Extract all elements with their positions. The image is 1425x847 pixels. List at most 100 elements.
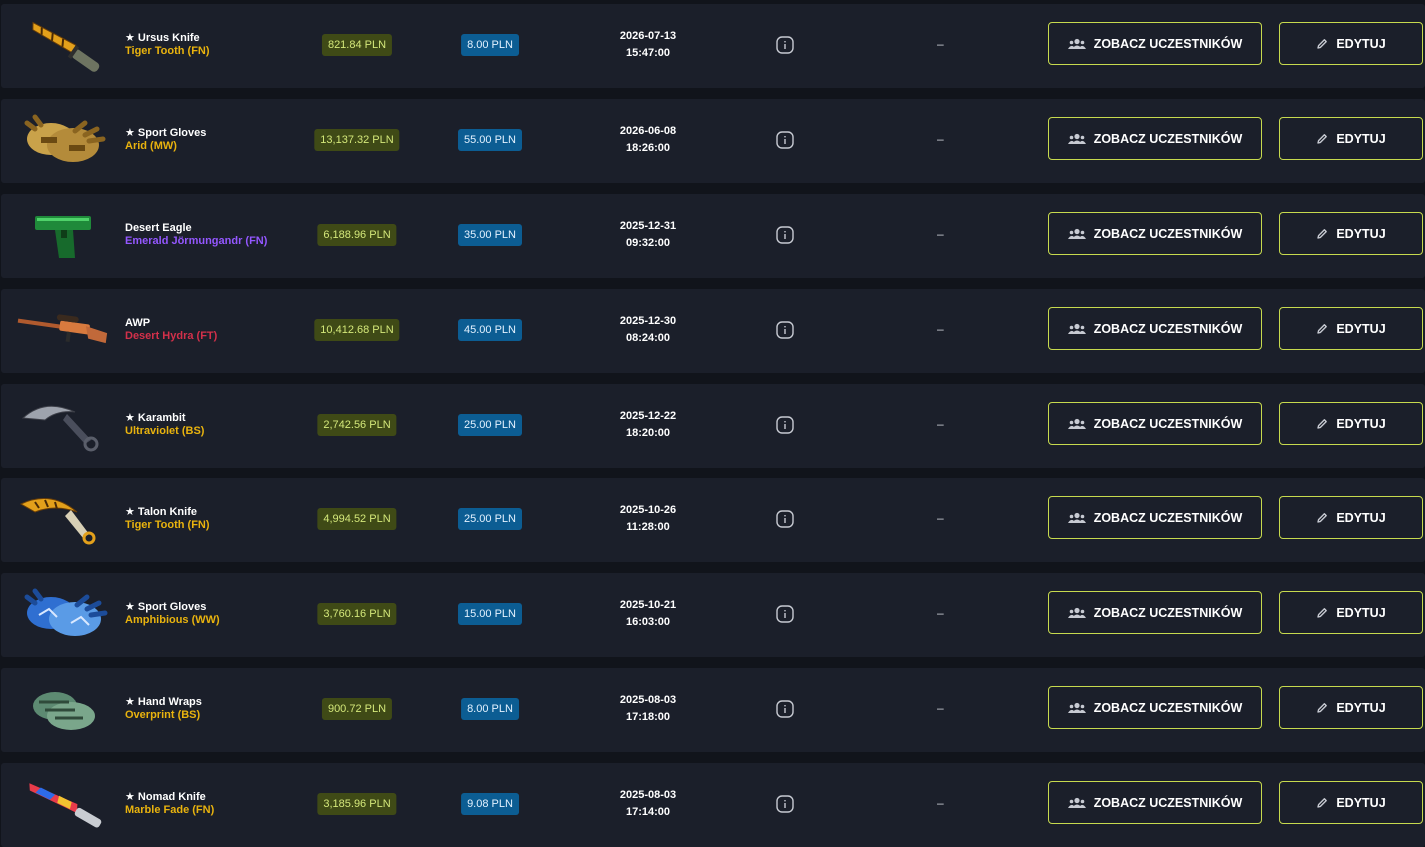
view-participants-label: ZOBACZ UCZESTNIKÓW (1093, 605, 1243, 620)
view-participants-button[interactable]: ZOBACZ UCZESTNIKÓW (1048, 212, 1262, 255)
info-icon[interactable] (776, 131, 794, 149)
item-skin: Emerald Jörmungandr (FN) (125, 235, 268, 247)
info-icon[interactable] (776, 510, 794, 528)
view-participants-button[interactable]: ZOBACZ UCZESTNIKÓW (1048, 307, 1262, 350)
pencil-icon (1316, 38, 1328, 50)
price-badge: 4,994.52 PLN (317, 508, 397, 530)
end-datetime: 2025-12-22 18:20:00 (598, 408, 698, 442)
item-name: ★ Nomad Knife Marble Fade (FN) (125, 791, 305, 817)
table-row: AWP Desert Hydra (FT) 10,412.68 PLN 45.0… (1, 289, 1425, 373)
item-skin: Desert Hydra (FT) (125, 330, 218, 342)
view-participants-label: ZOBACZ UCZESTNIKÓW (1093, 131, 1243, 146)
end-date: 2025-10-26 (619, 504, 677, 516)
view-participants-button[interactable]: ZOBACZ UCZESTNIKÓW (1048, 781, 1262, 824)
extra-value: – (937, 322, 944, 336)
info-icon[interactable] (776, 700, 794, 718)
item-title: AWP (125, 317, 151, 329)
item-skin: Ultraviolet (BS) (125, 425, 205, 437)
fee-badge: 25.00 PLN (458, 508, 522, 530)
fee-badge: 9.08 PLN (461, 793, 519, 815)
end-date: 2026-07-13 (619, 30, 677, 42)
fee-badge: 8.00 PLN (461, 34, 519, 56)
price-badge: 6,188.96 PLN (317, 224, 397, 246)
end-date: 2026-06-08 (619, 125, 677, 137)
item-skin: Arid (MW) (125, 140, 177, 152)
view-participants-label: ZOBACZ UCZESTNIKÓW (1093, 36, 1243, 51)
end-datetime: 2025-12-31 09:32:00 (598, 218, 698, 252)
users-icon (1067, 38, 1086, 50)
edit-button[interactable]: EDYTUJ (1279, 22, 1423, 65)
item-title: ★ Karambit (125, 412, 186, 424)
edit-label: EDYTUJ (1336, 36, 1386, 51)
end-date: 2025-10-21 (619, 599, 677, 611)
users-icon (1067, 228, 1086, 240)
view-participants-button[interactable]: ZOBACZ UCZESTNIKÓW (1048, 402, 1262, 445)
price-badge: 10,412.68 PLN (314, 319, 400, 341)
pencil-icon (1316, 607, 1328, 619)
extra-value: – (937, 796, 944, 810)
pencil-icon (1316, 418, 1328, 430)
info-icon[interactable] (776, 226, 794, 244)
edit-button[interactable]: EDYTUJ (1279, 307, 1423, 350)
end-time: 11:28:00 (626, 521, 670, 533)
extra-value: – (937, 227, 944, 241)
view-participants-button[interactable]: ZOBACZ UCZESTNIKÓW (1048, 591, 1262, 634)
info-icon[interactable] (776, 795, 794, 813)
edit-button[interactable]: EDYTUJ (1279, 591, 1423, 634)
fee-badge: 35.00 PLN (458, 224, 522, 246)
item-name: ★ Sport Gloves Amphibious (WW) (125, 601, 305, 627)
view-participants-button[interactable]: ZOBACZ UCZESTNIKÓW (1048, 496, 1262, 539)
item-name: ★ Ursus Knife Tiger Tooth (FN) (125, 32, 305, 58)
pistol-icon (15, 206, 111, 266)
view-participants-label: ZOBACZ UCZESTNIKÓW (1093, 321, 1243, 336)
extra-value: – (937, 37, 944, 51)
knife-icon (15, 16, 111, 76)
end-datetime: 2025-12-30 08:24:00 (598, 313, 698, 347)
item-skin: Amphibious (WW) (125, 614, 220, 626)
item-skin: Tiger Tooth (FN) (125, 519, 210, 531)
extra-value: – (937, 606, 944, 620)
fee-badge: 45.00 PLN (458, 319, 522, 341)
fee-badge: 8.00 PLN (461, 698, 519, 720)
item-skin: Tiger Tooth (FN) (125, 45, 210, 57)
end-time: 18:20:00 (625, 427, 671, 439)
edit-button[interactable]: EDYTUJ (1279, 117, 1423, 160)
extra-value: – (937, 132, 944, 146)
extra-value: – (937, 417, 944, 431)
edit-button[interactable]: EDYTUJ (1279, 402, 1423, 445)
item-name: AWP Desert Hydra (FT) (125, 317, 305, 343)
item-name: ★ Karambit Ultraviolet (BS) (125, 412, 305, 438)
edit-button[interactable]: EDYTUJ (1279, 781, 1423, 824)
info-icon[interactable] (776, 36, 794, 54)
end-datetime: 2026-07-13 15:47:00 (598, 28, 698, 62)
info-icon[interactable] (776, 605, 794, 623)
view-participants-label: ZOBACZ UCZESTNIKÓW (1093, 226, 1243, 241)
edit-label: EDYTUJ (1336, 131, 1386, 146)
view-participants-label: ZOBACZ UCZESTNIKÓW (1093, 795, 1243, 810)
end-time: 08:24:00 (625, 332, 671, 344)
edit-button[interactable]: EDYTUJ (1279, 212, 1423, 255)
price-badge: 3,760.16 PLN (317, 603, 397, 625)
users-icon (1067, 133, 1086, 145)
view-participants-button[interactable]: ZOBACZ UCZESTNIKÓW (1048, 22, 1262, 65)
users-icon (1067, 607, 1086, 619)
end-datetime: 2025-08-03 17:18:00 (598, 692, 698, 726)
item-name: Desert Eagle Emerald Jörmungandr (FN) (125, 222, 305, 248)
info-icon[interactable] (776, 416, 794, 434)
end-datetime: 2026-06-08 18:26:00 (598, 123, 698, 157)
fee-badge: 55.00 PLN (458, 129, 522, 151)
edit-button[interactable]: EDYTUJ (1279, 496, 1423, 539)
table-row: ★ Talon Knife Tiger Tooth (FN) 4,994.52 … (1, 478, 1425, 562)
view-participants-button[interactable]: ZOBACZ UCZESTNIKÓW (1048, 686, 1262, 729)
view-participants-label: ZOBACZ UCZESTNIKÓW (1093, 700, 1243, 715)
edit-label: EDYTUJ (1336, 416, 1386, 431)
fee-badge: 15.00 PLN (458, 603, 522, 625)
gloves-icon (15, 111, 111, 171)
edit-label: EDYTUJ (1336, 605, 1386, 620)
users-icon (1067, 797, 1086, 809)
edit-button[interactable]: EDYTUJ (1279, 686, 1423, 729)
gloves-icon (15, 585, 111, 645)
item-name: ★ Sport Gloves Arid (MW) (125, 127, 305, 153)
info-icon[interactable] (776, 321, 794, 339)
view-participants-button[interactable]: ZOBACZ UCZESTNIKÓW (1048, 117, 1262, 160)
